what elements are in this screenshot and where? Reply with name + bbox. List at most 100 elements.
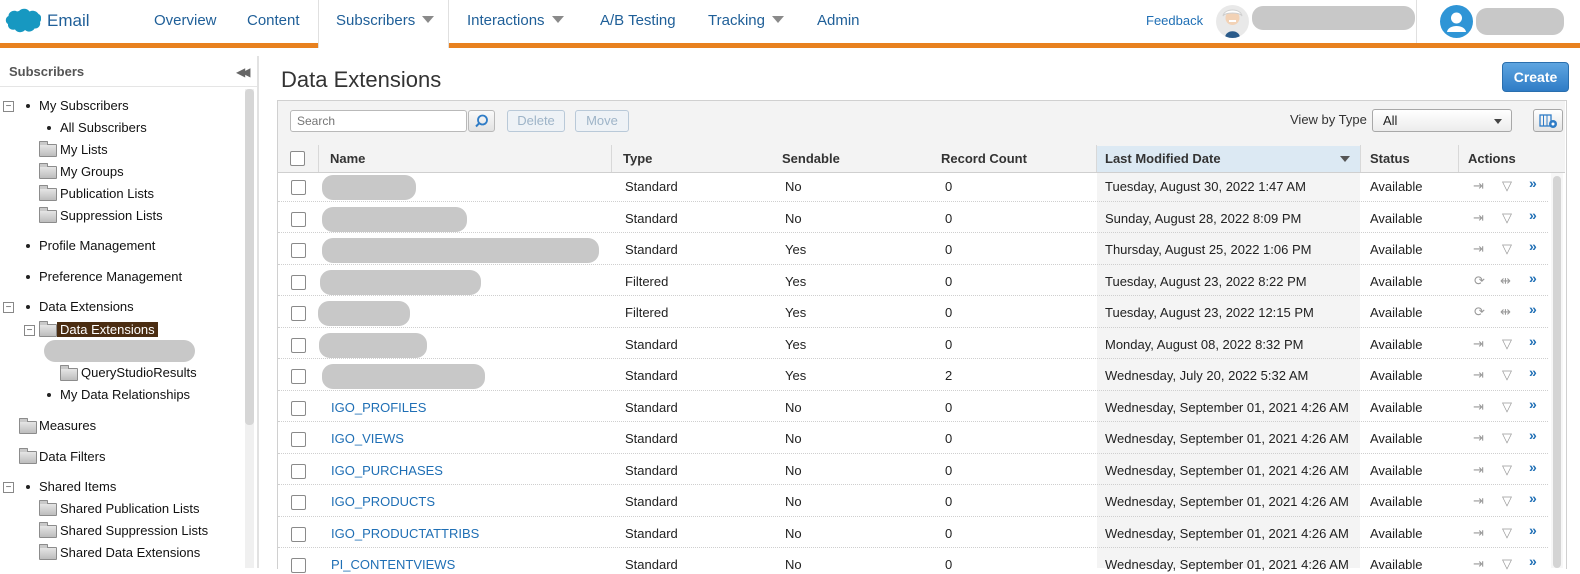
filter-icon[interactable]: ▽ [1502,462,1512,478]
row-checkbox[interactable] [291,369,306,384]
collapse-toggle-icon[interactable]: − [3,482,14,493]
import-icon[interactable]: ⇥ [1473,556,1484,572]
nav-interactions[interactable]: Interactions [467,0,564,43]
search-input[interactable] [290,110,467,132]
redacted-row-name[interactable] [320,269,481,295]
tree-item-shared-publication-lists[interactable]: Shared Publication Lists [60,499,199,519]
column-header-type[interactable]: Type [623,145,652,172]
more-actions-icon[interactable]: » [1529,207,1537,223]
import-icon[interactable]: ⇥ [1473,525,1484,541]
more-actions-icon[interactable]: » [1529,522,1537,538]
einstein-avatar[interactable] [1216,5,1249,38]
import-icon[interactable]: ⇥ [1473,493,1484,509]
sort-descending-icon[interactable] [1340,156,1350,162]
more-actions-icon[interactable]: » [1529,459,1537,475]
collapse-toggle-icon[interactable]: − [24,325,35,336]
row-checkbox[interactable] [291,274,306,290]
tree-item-suppression-lists[interactable]: Suppression Lists [60,206,163,226]
nav-ab-testing[interactable]: A/B Testing [600,0,676,43]
redacted-row-name[interactable] [322,206,467,232]
filter-icon[interactable]: ▽ [1502,556,1512,572]
row-name-link[interactable]: IGO_PRODUCTATTRIBS [331,525,479,543]
filter-icon[interactable]: ▽ [1502,336,1512,352]
user-avatar-icon[interactable] [1440,5,1473,38]
import-icon[interactable]: ⇥ [1473,462,1484,478]
row-name-link[interactable]: PI_CONTENTVIEWS [331,556,455,574]
refresh-icon[interactable]: ⟳ [1474,273,1485,289]
search-button[interactable] [468,110,495,132]
filter-icon[interactable]: ▽ [1502,178,1512,194]
row-checkbox[interactable] [291,211,306,227]
tree-item-my-lists[interactable]: My Lists [60,140,108,160]
nav-tracking[interactable]: Tracking [708,0,784,43]
tree-item-shared-suppression-lists[interactable]: Shared Suppression Lists [60,521,208,541]
filter-icon[interactable]: ▽ [1502,399,1512,415]
collapse-toggle-icon[interactable]: − [3,101,14,112]
tree-item-data-extensions-folder[interactable]: Data Extensions [57,320,158,340]
delete-button[interactable]: Delete [507,110,565,132]
more-actions-icon[interactable]: » [1529,301,1537,317]
sidebar-scrollbar-thumb[interactable] [245,89,254,425]
more-actions-icon[interactable]: » [1529,364,1537,380]
tree-item-data-extensions-root[interactable]: Data Extensions [39,297,134,317]
tree-item-my-groups[interactable]: My Groups [60,162,124,182]
more-actions-icon[interactable]: » [1529,175,1537,191]
row-checkbox[interactable] [291,463,306,479]
select-all-checkbox[interactable] [290,151,305,166]
column-header-status[interactable]: Status [1370,145,1410,172]
filter-icon[interactable]: ▽ [1502,367,1512,383]
more-actions-icon[interactable]: » [1529,333,1537,349]
tree-item-preference-management[interactable]: Preference Management [39,267,182,287]
column-header-sendable[interactable]: Sendable [782,145,840,172]
row-checkbox[interactable] [291,400,306,416]
import-icon[interactable]: ⇥ [1473,210,1484,226]
create-button[interactable]: Create [1502,62,1569,92]
redacted-row-name[interactable] [322,364,485,389]
more-actions-icon[interactable]: » [1529,427,1537,443]
column-header-record-count[interactable]: Record Count [941,145,1027,172]
tree-item-measures[interactable]: Measures [39,416,96,436]
nav-overview[interactable]: Overview [154,0,217,43]
tree-item-publication-lists[interactable]: Publication Lists [60,184,154,204]
more-actions-icon[interactable]: » [1529,238,1537,254]
row-name-link[interactable]: IGO_PROFILES [331,399,426,417]
move-button[interactable]: Move [575,110,629,132]
view-by-type-select[interactable]: All [1372,109,1512,132]
tree-item-my-subscribers[interactable]: My Subscribers [39,96,129,116]
more-actions-icon[interactable]: » [1529,396,1537,412]
filter-icon[interactable]: ▽ [1502,493,1512,509]
redacted-row-name[interactable] [319,332,427,358]
tree-item-query-studio-results[interactable]: QueryStudioResults [81,363,197,383]
row-checkbox[interactable] [291,337,306,353]
row-checkbox[interactable] [291,306,306,321]
import-icon[interactable]: ⇥ [1473,241,1484,257]
row-name-link[interactable]: IGO_PURCHASES [331,462,443,480]
more-actions-icon[interactable]: » [1529,270,1537,286]
table-scrollbar-thumb[interactable] [1553,176,1561,568]
column-header-name[interactable]: Name [330,145,365,172]
filter-icon[interactable]: ▽ [1502,210,1512,226]
salesforce-cloud-logo[interactable] [5,8,42,39]
row-checkbox[interactable] [291,432,306,447]
row-checkbox[interactable] [291,243,306,258]
nav-admin[interactable]: Admin [817,0,860,43]
row-name-link[interactable]: IGO_PRODUCTS [331,493,435,511]
filter-icon[interactable]: ▽ [1502,430,1512,446]
column-header-last-modified[interactable]: Last Modified Date [1105,145,1221,172]
tree-item-data-filters[interactable]: Data Filters [39,447,105,467]
row-checkbox[interactable] [291,495,306,510]
import-icon[interactable]: ⇥ [1473,430,1484,446]
redacted-row-name[interactable] [322,238,599,263]
row-checkbox[interactable] [291,180,306,195]
sidebar-resize-handle[interactable] [257,56,259,568]
tree-item-profile-management[interactable]: Profile Management [39,236,155,256]
import-icon[interactable]: ⇥ [1473,399,1484,415]
tree-item-my-data-relationships[interactable]: My Data Relationships [60,385,190,405]
more-actions-icon[interactable]: » [1529,553,1537,569]
swap-icon[interactable]: ⇹ [1500,304,1511,320]
column-settings-button[interactable] [1533,109,1563,132]
swap-icon[interactable]: ⇹ [1500,273,1511,289]
collapse-toggle-icon[interactable]: − [3,302,14,313]
row-checkbox[interactable] [291,558,306,573]
filter-icon[interactable]: ▽ [1502,525,1512,541]
